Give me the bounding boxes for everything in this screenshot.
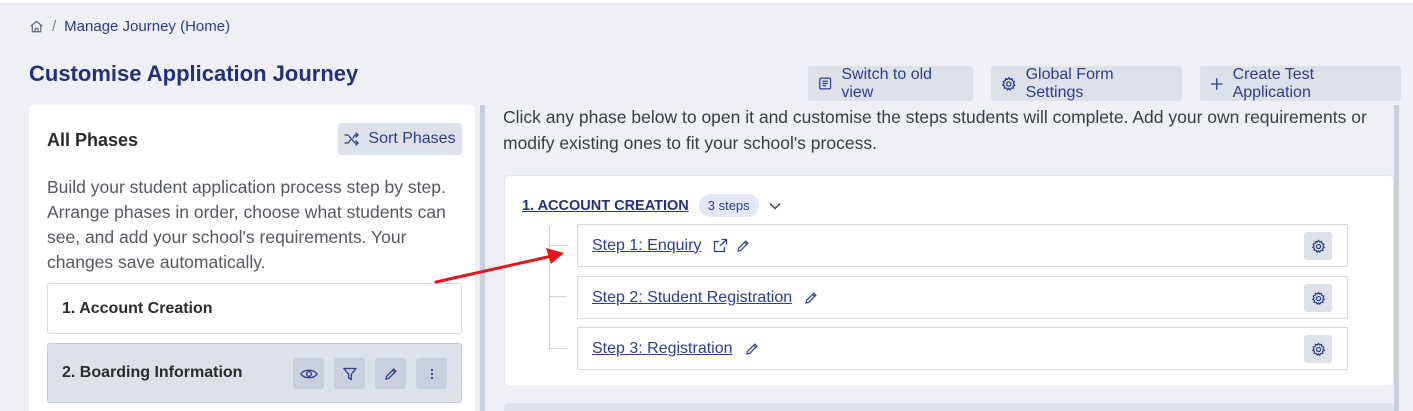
- plus-icon: [1210, 77, 1223, 90]
- phase-card-title[interactable]: 1. ACCOUNT CREATION: [522, 198, 689, 214]
- pencil-icon[interactable]: [736, 239, 750, 253]
- filter-icon: [342, 367, 357, 380]
- step-row-enquiry[interactable]: Step 1: Enquiry: [577, 224, 1348, 267]
- global-form-settings-button[interactable]: Global Form Settings: [991, 66, 1182, 101]
- more-icon: [430, 368, 433, 379]
- shuffle-icon: [344, 132, 360, 146]
- switch-old-view-button[interactable]: Switch to old view: [808, 66, 973, 101]
- scrollbar[interactable]: [1394, 105, 1399, 411]
- step-link[interactable]: Step 2: Student Registration: [592, 289, 792, 307]
- eye-icon: [299, 369, 318, 378]
- create-test-application-button[interactable]: Create Test Application: [1200, 66, 1401, 101]
- step-row-registration[interactable]: Step 3: Registration: [577, 327, 1348, 370]
- phase-card-header[interactable]: 1. ACCOUNT CREATION 3 steps: [522, 194, 781, 217]
- next-phase-card[interactable]: [504, 403, 1394, 411]
- step-row-student-registration[interactable]: Step 2: Student Registration: [577, 276, 1348, 319]
- sort-phases-label: Sort Phases: [368, 130, 456, 147]
- edit-phase-button[interactable]: [375, 358, 406, 389]
- tree-connector: [549, 348, 567, 349]
- phase-item-account-creation[interactable]: 1. Account Creation: [47, 283, 462, 334]
- phase-item-label: 2. Boarding Information: [62, 364, 243, 381]
- step-link[interactable]: Step 1: Enquiry: [592, 237, 701, 255]
- phase-item-label: 1. Account Creation: [62, 299, 213, 317]
- pencil-icon: [384, 367, 397, 380]
- pencil-icon[interactable]: [804, 291, 818, 305]
- tree-connector: [549, 296, 567, 297]
- global-form-settings-label: Global Form Settings: [1025, 65, 1114, 101]
- filter-button[interactable]: [334, 358, 365, 389]
- home-icon[interactable]: [29, 19, 44, 34]
- gear-icon: [1001, 76, 1016, 91]
- sort-phases-button[interactable]: Sort Phases: [338, 123, 462, 155]
- page-title: Customise Application Journey: [29, 61, 359, 86]
- phase-item-boarding-information[interactable]: 2. Boarding Information: [47, 343, 462, 403]
- phase-card-account-creation: 1. ACCOUNT CREATION 3 steps Step 1: Enqu…: [504, 175, 1394, 387]
- step-settings-button[interactable]: [1304, 284, 1332, 312]
- gear-icon: [1311, 290, 1325, 305]
- step-settings-button[interactable]: [1304, 335, 1332, 363]
- breadcrumb-current[interactable]: Manage Journey (Home): [64, 18, 230, 35]
- phases-panel-title: All Phases: [47, 130, 139, 150]
- list-icon: [819, 77, 832, 90]
- external-link-icon[interactable]: [713, 238, 728, 253]
- more-options-button[interactable]: [416, 358, 447, 389]
- gear-icon: [1311, 341, 1325, 356]
- annotation-arrow-icon: [434, 248, 564, 284]
- journey-intro: Click any phase below to open it and cus…: [503, 107, 1367, 153]
- step-count-badge: 3 steps: [698, 194, 759, 217]
- switch-old-view-label: Switch to old view: [841, 65, 933, 101]
- breadcrumb-separator: /: [52, 18, 57, 35]
- phases-panel: All Phases Sort Phases Build your studen…: [29, 105, 475, 411]
- gear-icon: [1311, 238, 1325, 253]
- create-test-application-label: Create Test Application: [1232, 65, 1315, 101]
- chevron-down-icon[interactable]: [769, 197, 781, 215]
- pencil-icon[interactable]: [745, 342, 759, 356]
- visibility-button[interactable]: [293, 358, 324, 389]
- breadcrumb: / Manage Journey (Home): [29, 18, 230, 35]
- step-settings-button[interactable]: [1304, 232, 1332, 260]
- step-link[interactable]: Step 3: Registration: [592, 340, 733, 358]
- phases-description: Build your student application process s…: [47, 177, 446, 272]
- top-border: [0, 0, 1413, 4]
